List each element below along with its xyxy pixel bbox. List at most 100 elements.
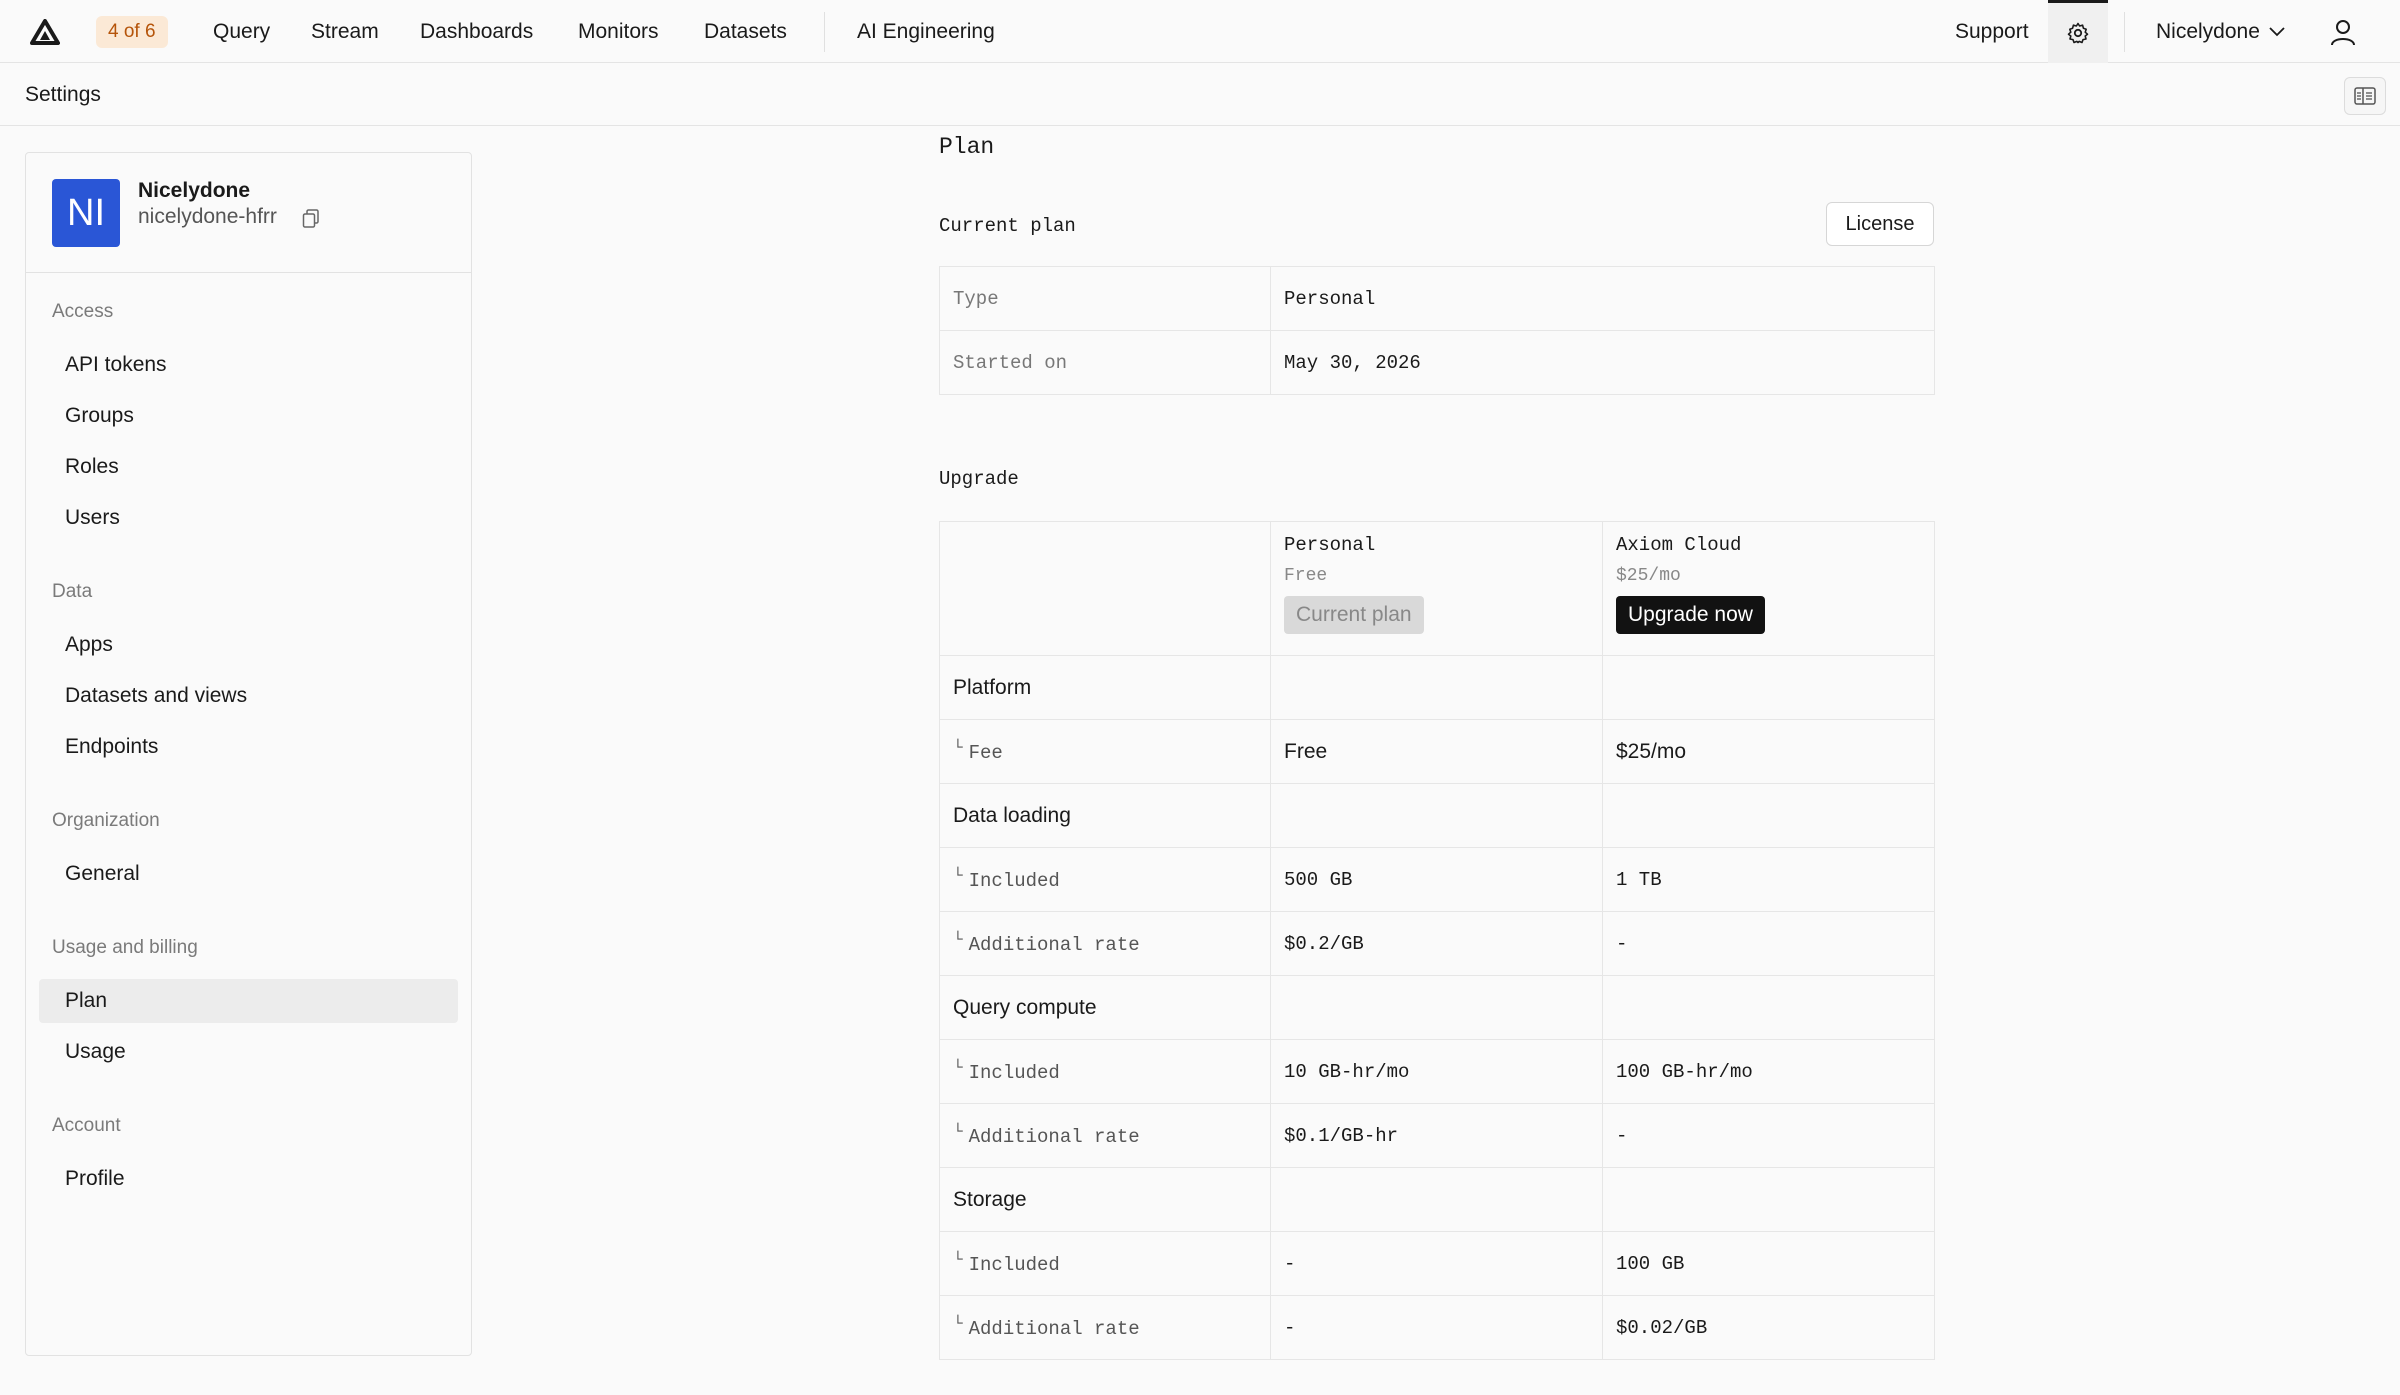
table-row: └ Additional rate - $0.02/GB bbox=[939, 1295, 1935, 1360]
sidebar-item-api-tokens[interactable]: API tokens bbox=[39, 343, 458, 387]
table-row: Type Personal bbox=[939, 266, 1935, 331]
sidebar-panel-icon bbox=[2354, 87, 2376, 105]
copy-icon[interactable] bbox=[302, 209, 320, 229]
settings-button[interactable] bbox=[2048, 0, 2108, 63]
row-label: └ Included bbox=[939, 1039, 1271, 1104]
group-title-account: Account bbox=[52, 1115, 121, 1136]
group-label: Storage bbox=[939, 1167, 1271, 1232]
nav-monitors[interactable]: Monitors bbox=[578, 0, 659, 63]
plan-column-axiom-cloud: Axiom Cloud $25/mo Upgrade now bbox=[1602, 521, 1935, 656]
cloud-value: - bbox=[1602, 911, 1935, 976]
sidebar-item-datasets-and-views[interactable]: Datasets and views bbox=[39, 674, 458, 718]
current-plan-table: Type Personal Started on May 30, 2026 bbox=[939, 266, 1935, 395]
user-menu[interactable]: Nicelydone bbox=[2156, 0, 2286, 63]
corner-glyph: └ bbox=[953, 931, 963, 949]
personal-value: - bbox=[1270, 1231, 1603, 1296]
sidebar-item-groups[interactable]: Groups bbox=[39, 394, 458, 438]
page-title: Settings bbox=[25, 83, 101, 106]
personal-value: 10 GB-hr/mo bbox=[1270, 1039, 1603, 1104]
upgrade-now-button[interactable]: Upgrade now bbox=[1616, 596, 1765, 634]
sidebar-item-users[interactable]: Users bbox=[39, 496, 458, 540]
settings-sidebar: NI Nicelydone nicelydone-hfrr Access API… bbox=[25, 152, 472, 1356]
personal-value: 500 GB bbox=[1270, 847, 1603, 912]
top-navigation: 4 of 6 Query Stream Dashboards Monitors … bbox=[0, 0, 2400, 63]
cloud-value: 100 GB bbox=[1602, 1231, 1935, 1296]
row-label: └ Included bbox=[939, 847, 1271, 912]
chevron-down-icon bbox=[2269, 26, 2285, 36]
group-title-data: Data bbox=[52, 581, 93, 602]
table-row: └ Additional rate $0.2/GB - bbox=[939, 911, 1935, 976]
current-plan-button: Current plan bbox=[1284, 596, 1424, 634]
empty-cell bbox=[1270, 975, 1603, 1040]
corner-glyph: └ bbox=[953, 1059, 963, 1077]
nav-dashboards[interactable]: Dashboards bbox=[420, 0, 533, 63]
row-label-text: Included bbox=[968, 1254, 1060, 1276]
nav-support[interactable]: Support bbox=[1955, 0, 2029, 63]
plan-name: Axiom Cloud bbox=[1616, 534, 1742, 556]
group-label: Query compute bbox=[939, 975, 1271, 1040]
table-row: └ Included - 100 GB bbox=[939, 1231, 1935, 1296]
cloud-value: 100 GB-hr/mo bbox=[1602, 1039, 1935, 1104]
section-heading-plan: Plan bbox=[939, 134, 995, 160]
axiom-logo-icon[interactable] bbox=[30, 19, 60, 45]
panel-toggle-button[interactable] bbox=[2344, 77, 2386, 115]
empty-cell bbox=[1602, 655, 1935, 720]
nav-divider bbox=[824, 12, 825, 52]
row-label: └ Fee bbox=[939, 719, 1271, 784]
sidebar-item-apps[interactable]: Apps bbox=[39, 623, 458, 667]
personal-value: $0.2/GB bbox=[1270, 911, 1603, 976]
row-label-text: Included bbox=[968, 870, 1060, 892]
sidebar-item-roles[interactable]: Roles bbox=[39, 445, 458, 489]
corner-glyph: └ bbox=[953, 739, 963, 757]
group-title-access: Access bbox=[52, 301, 114, 322]
license-button[interactable]: License bbox=[1826, 202, 1934, 246]
user-menu-label: Nicelydone bbox=[2156, 20, 2260, 43]
group-title-organization: Organization bbox=[52, 810, 160, 831]
nav-divider-right bbox=[2124, 12, 2125, 52]
nav-stream[interactable]: Stream bbox=[311, 0, 379, 63]
row-label: └ Additional rate bbox=[939, 911, 1271, 976]
cloud-value: 1 TB bbox=[1602, 847, 1935, 912]
nav-datasets[interactable]: Datasets bbox=[704, 0, 787, 63]
progress-badge[interactable]: 4 of 6 bbox=[96, 16, 168, 48]
personal-value: Free bbox=[1270, 719, 1603, 784]
upgrade-title: Upgrade bbox=[939, 468, 1019, 490]
corner-glyph: └ bbox=[953, 867, 963, 885]
group-label: Data loading bbox=[939, 783, 1271, 848]
table-row: └ Fee Free $25/mo bbox=[939, 719, 1935, 784]
plan-header-row: Personal Free Current plan Axiom Cloud $… bbox=[939, 521, 1935, 656]
corner-glyph: └ bbox=[953, 1315, 963, 1333]
sidebar-item-profile[interactable]: Profile bbox=[39, 1157, 458, 1201]
settings-header: Settings bbox=[0, 63, 2400, 126]
sidebar-item-usage[interactable]: Usage bbox=[39, 1030, 458, 1074]
group-row-data-loading: Data loading bbox=[939, 783, 1935, 848]
user-icon[interactable] bbox=[2328, 17, 2358, 47]
avatar: NI bbox=[52, 179, 120, 247]
upgrade-comparison-table: Personal Free Current plan Axiom Cloud $… bbox=[939, 521, 1935, 1360]
row-label: └ Additional rate bbox=[939, 1103, 1271, 1168]
plan-name: Personal bbox=[1284, 534, 1376, 556]
row-label: Type bbox=[939, 266, 1271, 331]
table-row: └ Included 500 GB 1 TB bbox=[939, 847, 1935, 912]
corner-glyph: └ bbox=[953, 1123, 963, 1141]
row-label: Started on bbox=[939, 330, 1271, 395]
empty-cell bbox=[1602, 975, 1935, 1040]
plan-price: Free bbox=[1284, 566, 1328, 586]
row-label-text: Additional rate bbox=[968, 1126, 1140, 1148]
org-slug: nicelydone-hfrr bbox=[138, 205, 277, 228]
sidebar-item-endpoints[interactable]: Endpoints bbox=[39, 725, 458, 769]
empty-cell bbox=[1270, 783, 1603, 848]
nav-query[interactable]: Query bbox=[213, 0, 270, 63]
empty-cell bbox=[1602, 783, 1935, 848]
empty-cell bbox=[1602, 1167, 1935, 1232]
table-row: └ Included 10 GB-hr/mo 100 GB-hr/mo bbox=[939, 1039, 1935, 1104]
sidebar-item-plan[interactable]: Plan bbox=[39, 979, 458, 1023]
sidebar-item-general[interactable]: General bbox=[39, 852, 458, 896]
plan-column-personal: Personal Free Current plan bbox=[1270, 521, 1603, 656]
nav-ai-engineering[interactable]: AI Engineering bbox=[857, 0, 995, 63]
group-row-storage: Storage bbox=[939, 1167, 1935, 1232]
table-row: Started on May 30, 2026 bbox=[939, 330, 1935, 395]
org-card: NI Nicelydone nicelydone-hfrr bbox=[26, 153, 471, 273]
row-label: └ Included bbox=[939, 1231, 1271, 1296]
group-row-query-compute: Query compute bbox=[939, 975, 1935, 1040]
